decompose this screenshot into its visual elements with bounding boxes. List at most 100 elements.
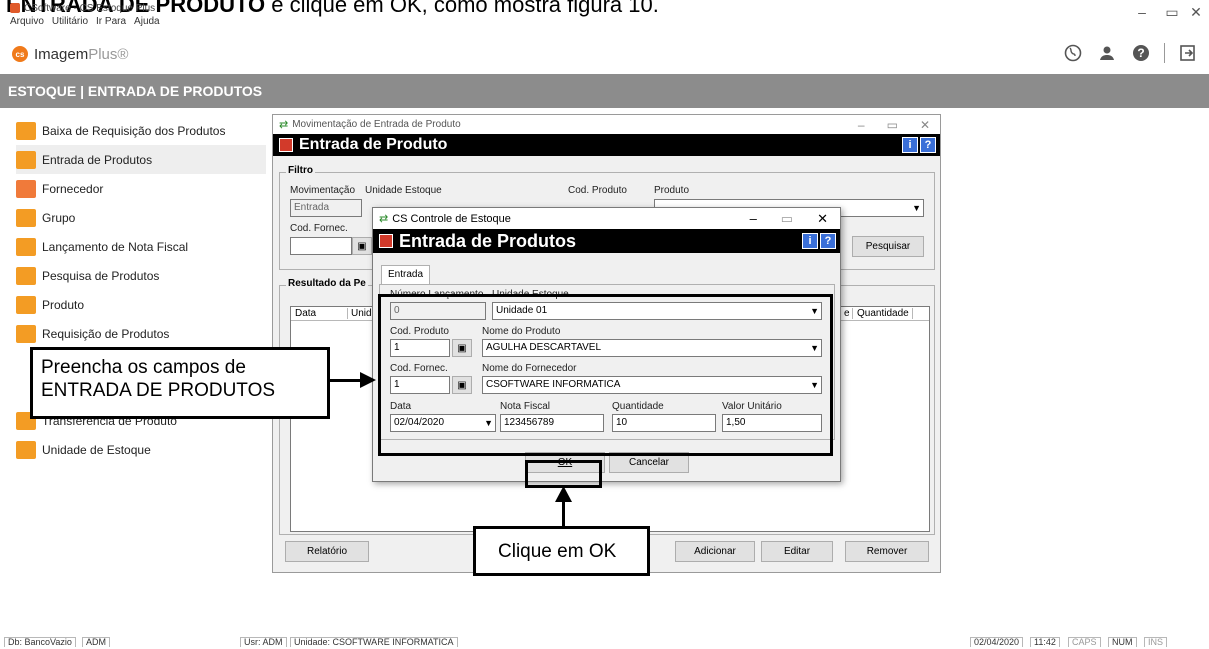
brand: cs Imagem Plus® [12,44,128,64]
status-usr: Usr: ADM [240,637,287,647]
top-icon-bar: ? [1062,42,1199,64]
dialog-title-bar: ⇄ CS Controle de Estoque – ▭ ✕ [373,208,840,229]
sidebar-item-unidade-estoque[interactable]: Unidade de Estoque [16,435,266,464]
movimentacao-header: Entrada de Produto i ? [273,134,940,156]
ok-arrow-line [562,500,565,526]
callout-arrow-line [330,379,364,382]
cylinder-icon [16,295,36,314]
sidebar-item-baixa-requisicao[interactable]: Baixa de Requisição dos Produtos [16,116,266,145]
money-icon [16,237,36,256]
user-icon[interactable] [1096,42,1118,64]
sidebar-item-label: Produto [42,297,85,312]
editar-button[interactable]: Editar [761,541,833,562]
help-icon[interactable]: ? [1130,42,1152,64]
bg-close-button[interactable]: ✕ [920,118,930,132]
status-db: Db: BancoVazio [4,637,76,647]
info-icon[interactable]: i [802,233,818,249]
binoculars-icon[interactable]: ▣ [352,237,372,255]
minimize-button[interactable]: – [1130,4,1154,20]
dialog-header: Entrada de Produtos i ? [373,229,840,253]
status-time: 11:42 [1030,637,1060,647]
dialog-maximize-button[interactable]: ▭ [781,211,793,227]
truck-icon [16,179,36,198]
sidebar-item-grupo[interactable]: Grupo [16,203,266,232]
sidebar-item-label: Pesquisa de Produtos [42,268,160,283]
cod-produto-label: Cod. Produto [568,185,627,196]
tab-entrada[interactable]: Entrada [381,265,431,284]
separator [1164,43,1165,63]
unidade-estoque-label: Unidade Estoque [365,185,442,196]
col-unid: Unid [347,308,372,319]
movimentacao-header-title: Entrada de Produto [299,136,448,153]
document-heading-rest: e clique em OK, como mostra figura 10. [265,0,659,17]
sidebar-item-label: Requisição de Produtos [42,326,170,341]
resultado-label: Resultado da Pe [286,278,368,289]
form-highlight-box [378,294,833,456]
sidebar-item-requisicao[interactable]: Requisição de Produtos [16,319,266,348]
menu-utilitario[interactable]: Utilitário [52,16,88,27]
close-button[interactable]: ✕ [1184,4,1208,21]
dialog-close-button[interactable]: ✕ [817,211,828,227]
adicionar-button[interactable]: Adicionar [675,541,755,562]
bg-maximize-button[interactable]: ▭ [887,118,898,132]
sidebar-item-pesquisa-produtos[interactable]: Pesquisa de Produtos [16,261,266,290]
fill-fields-callout: Preencha os campos de ENTRADA DE PRODUTO… [30,347,330,419]
movimentacao-field[interactable]: Entrada [290,199,362,217]
cylinder-icon [16,266,36,285]
movimentacao-title-bar: ⇄ Movimentação de Entrada de Produto – ▭ ✕ [273,115,940,134]
help-question-icon[interactable]: ? [920,137,936,153]
status-unidade: Unidade: CSOFTWARE INFORMATICA [290,637,458,647]
sidebar-item-entrada-produtos[interactable]: Entrada de Produtos [16,145,266,174]
click-ok-callout: Clique em OK [473,526,650,576]
menu-ajuda[interactable]: Ajuda [134,16,160,27]
sidebar-item-label: Unidade de Estoque [42,442,151,457]
info-icon[interactable]: i [902,137,918,153]
app-icon [10,3,20,13]
maximize-button[interactable]: ▭ [1160,4,1184,21]
status-ins: INS [1144,637,1168,647]
relatorio-button[interactable]: Relatório [285,541,369,562]
bg-minimize-button[interactable]: – [858,118,865,132]
col-e: e [844,308,853,319]
movimentacao-label: Movimentação [290,185,356,196]
pesquisar-button[interactable]: Pesquisar [852,236,924,257]
group-icon [16,208,36,227]
status-num: NUM [1108,637,1137,647]
cod-fornec-label: Cod. Fornec. [290,223,348,234]
movimentacao-title: Movimentação de Entrada de Produto [292,119,461,130]
menu-arquivo[interactable]: Arquivo [10,16,44,27]
status-caps: CAPS [1068,637,1101,647]
brand-logo: cs [12,46,28,62]
upload-box-icon [16,121,36,140]
produto-label: Produto [654,185,690,196]
globe-icon[interactable] [1062,42,1084,64]
menu-bar: Arquivo Utilitário Ir Para Ajuda [10,16,160,27]
svg-text:?: ? [1137,46,1144,60]
section-title-bar: ESTOQUE | ENTRADA DE PRODUTOS [0,74,1209,108]
sidebar-item-label: Entrada de Produtos [42,152,153,167]
dialog-minimize-button[interactable]: – [750,211,757,227]
filtro-label: Filtro [286,165,315,176]
sidebar-item-fornecedor[interactable]: Fornecedor [16,174,266,203]
sidebar-item-label: Lançamento de Nota Fiscal [42,239,189,254]
dialog-title: CS Controle de Estoque [392,212,511,225]
cod-fornec-field[interactable] [290,237,352,255]
exit-icon[interactable] [1177,42,1199,64]
dialog-header-title: Entrada de Produtos [399,230,577,251]
ok-highlight-box [525,460,602,488]
window-title: CSoftware - CS Estoque Plus [24,2,156,14]
sidebar-item-lancamento-nota[interactable]: Lançamento de Nota Fiscal [16,232,266,261]
check-icon [16,324,36,343]
remover-button[interactable]: Remover [845,541,929,562]
sidebar-item-produto[interactable]: Produto [16,290,266,319]
status-date: 02/04/2020 [970,637,1024,647]
help-question-icon[interactable]: ? [820,233,836,249]
col-data: Data [295,308,317,319]
brand-name: Imagem [34,45,89,63]
status-bar: Db: BancoVazio ADM Usr: ADM Unidade: CSO… [0,637,1209,649]
sidebar-item-label: Fornecedor [42,181,104,196]
sidebar-item-label: Baixa de Requisição dos Produtos [42,123,226,138]
warehouse-icon [16,440,36,459]
menu-ir-para[interactable]: Ir Para [96,16,126,27]
arrow-up-icon [555,486,572,502]
